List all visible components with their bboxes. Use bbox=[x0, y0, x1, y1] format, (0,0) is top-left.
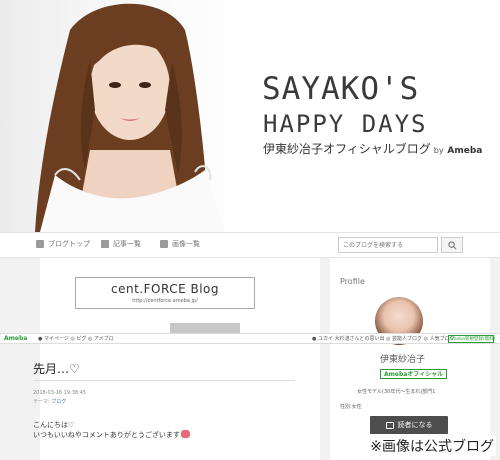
post-body-line-2: いつもいいねやコメントありがとうございます bbox=[33, 430, 190, 440]
blog-subtitle-text: 伊東紗冶子オフィシャルブログ bbox=[263, 142, 431, 156]
banner-title: cent.FORCE Blog bbox=[111, 282, 219, 296]
emoji-icon bbox=[180, 430, 190, 438]
post-date: 2018-03-16 19:38:45 bbox=[33, 390, 87, 396]
post-title[interactable]: 先月…♡ bbox=[33, 360, 80, 377]
ameba-brand: Ameba bbox=[447, 146, 483, 156]
nav-image-list-label: 画像一覧 bbox=[172, 240, 200, 248]
profile-description: 女性モデル(30年代～生まれ)部門1 bbox=[357, 389, 436, 395]
profile-name[interactable]: 伊東紗冶子 bbox=[380, 352, 425, 365]
search-button[interactable] bbox=[441, 237, 463, 253]
ameba-links[interactable]: ● マイページ ◎ ピグ ◎ アメブロ bbox=[38, 335, 114, 342]
become-reader-label: 読者になる bbox=[397, 421, 433, 429]
header-photo bbox=[0, 0, 255, 232]
ameba-right-links[interactable]: ● ユカイ 大杉漣さんとの思い出 ◎ 芸能人ブログ ◎ 人気ブログ bbox=[312, 335, 455, 342]
blog-title: SAYAKO'S bbox=[262, 71, 420, 107]
profile-heading: Profile bbox=[340, 277, 365, 286]
nav-entry-list-label: 記事一覧 bbox=[113, 240, 141, 248]
post-theme-link[interactable]: ブログ bbox=[51, 399, 66, 405]
become-reader-button[interactable]: 読者になる bbox=[370, 416, 448, 434]
book-icon bbox=[385, 421, 394, 429]
ameba-register-button[interactable]: Ameba新規登録(無料) bbox=[448, 335, 495, 343]
blog-header: SAYAKO'S HAPPY DAYS 伊東紗冶子オフィシャルブログ by Ame… bbox=[0, 0, 500, 232]
post-body-line-1: こんにちは♡ bbox=[33, 421, 75, 429]
nav-image-list[interactable]: 画像一覧 bbox=[160, 239, 200, 249]
nav-entry-list[interactable]: 記事一覧 bbox=[101, 239, 141, 249]
blog-subtitle: 伊東紗冶子オフィシャルブログ by Ameba bbox=[263, 140, 482, 157]
post-body-line-2-text: いつもいいねやコメントありがとうございます bbox=[33, 431, 180, 439]
banner-url: http://centforce.ameba.jp/ bbox=[132, 298, 198, 304]
nav-blog-top-label: ブログトップ bbox=[48, 240, 90, 248]
camera-icon bbox=[160, 240, 168, 248]
ad-placeholder bbox=[170, 323, 240, 333]
post-theme-label: テーマ: bbox=[33, 399, 50, 405]
image-caption: ※画像は公式ブログ bbox=[368, 436, 496, 456]
ameba-logo[interactable]: Ameba bbox=[4, 335, 27, 342]
list-icon bbox=[101, 240, 109, 248]
profile-sex: 性別:女性 bbox=[340, 404, 362, 410]
ameba-global-bar: Ameba ● マイページ ◎ ピグ ◎ アメブロ ● ユカイ 大杉漣さんとの思… bbox=[0, 333, 500, 344]
nav-blog-top[interactable]: ブログトップ bbox=[36, 239, 90, 249]
centforce-banner[interactable]: cent.FORCE Blog http://centforce.ameba.j… bbox=[75, 277, 255, 309]
search-icon bbox=[447, 240, 456, 249]
blog-nav: ブログトップ 記事一覧 画像一覧 bbox=[0, 232, 500, 258]
blog-title-sub: HAPPY DAYS bbox=[263, 110, 428, 138]
home-icon bbox=[36, 240, 44, 248]
blog-search-input[interactable] bbox=[338, 237, 438, 253]
post-divider bbox=[33, 380, 295, 381]
official-badge: Amebaオフィシャル bbox=[380, 369, 448, 379]
post-theme: テーマ: ブログ bbox=[33, 398, 66, 405]
by-label: by bbox=[433, 146, 444, 155]
